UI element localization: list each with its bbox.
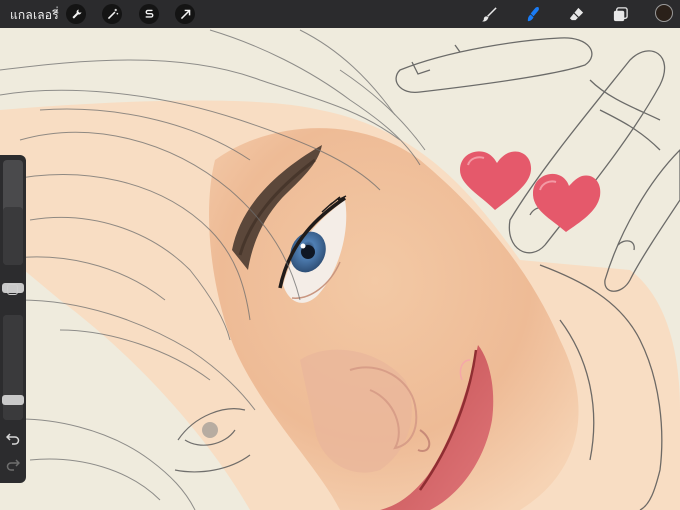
modify-square-icon[interactable] [7,284,18,295]
transform-arrow-icon[interactable] [175,4,195,24]
selection-icon[interactable] [139,4,159,24]
layers-icon[interactable] [611,5,629,23]
brush-icon[interactable] [480,5,498,23]
magic-wand-icon[interactable] [102,4,122,24]
opacity-thumb[interactable] [2,395,24,405]
brush-sidebar [0,155,26,483]
undo-icon[interactable] [6,431,20,445]
top-toolbar: แกลเลอรี่ [0,0,680,28]
brush-size-slider[interactable] [3,160,23,265]
drawing-canvas[interactable] [0,28,680,510]
gallery-button[interactable]: แกลเลอรี่ [10,6,59,25]
color-swatch[interactable] [655,4,673,22]
redo-icon[interactable] [6,457,20,471]
smudge-icon[interactable] [524,5,542,23]
eraser-icon[interactable] [567,5,585,23]
wrench-icon[interactable] [66,4,86,24]
